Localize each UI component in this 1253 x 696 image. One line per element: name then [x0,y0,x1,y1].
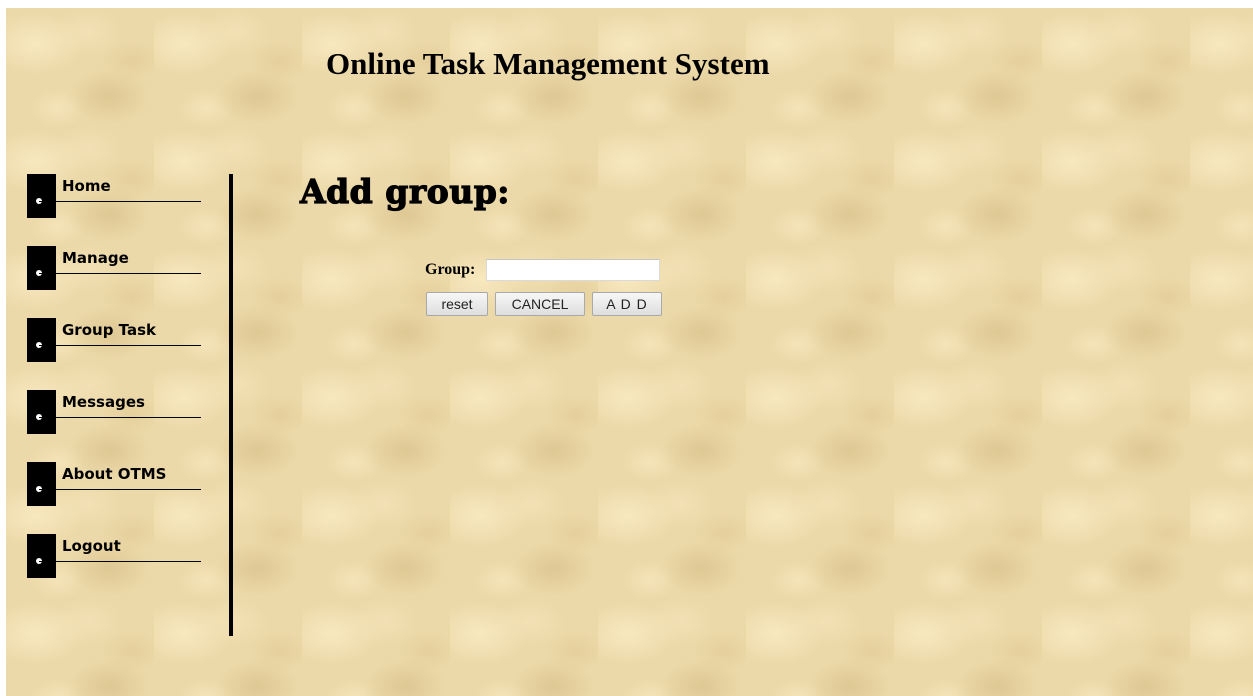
cancel-button[interactable]: CANCEL [495,292,585,316]
site-title: Online Task Management System [326,46,770,81]
sidebar-item-label[interactable]: Home [62,177,111,195]
nav-bullet-icon [27,534,56,578]
nav-bullet-icon [27,246,56,290]
sidebar-item-manage[interactable]: Manage [27,246,207,304]
sidebar-divider [229,174,233,636]
nav-bullet-icon [27,462,56,506]
nav-underline [39,345,201,346]
page-heading: Add group: [299,171,510,211]
nav-underline [39,273,201,274]
nav-bullet-icon [27,318,56,362]
form-buttons: reset CANCEL A D D [426,292,669,316]
sidebar-item-label[interactable]: Manage [62,249,129,267]
sidebar-item-label[interactable]: About OTMS [62,465,166,483]
reset-button[interactable]: reset [426,292,488,316]
nav-underline [39,489,201,490]
sidebar-item-messages[interactable]: Messages [27,390,207,448]
sidebar-item-group-task[interactable]: Group Task [27,318,207,376]
sidebar-item-label[interactable]: Logout [62,537,121,555]
nav-underline [39,561,201,562]
page: Online Task Management System Home Manag… [6,8,1253,696]
nav-underline [39,417,201,418]
nav-underline [39,201,201,202]
group-label: Group: [425,261,476,278]
add-button[interactable]: A D D [592,292,662,316]
sidebar-item-logout[interactable]: Logout [27,534,207,592]
sidebar-item-label[interactable]: Messages [62,393,145,411]
nav-bullet-icon [27,174,56,218]
sidebar-nav: Home Manage Group Task Messages About OT… [27,174,207,606]
nav-bullet-icon [27,390,56,434]
sidebar-item-about-otms[interactable]: About OTMS [27,462,207,520]
sidebar-item-home[interactable]: Home [27,174,207,232]
group-form-row: Group: [425,259,661,281]
group-input[interactable] [486,259,661,281]
sidebar-item-label[interactable]: Group Task [62,321,156,339]
